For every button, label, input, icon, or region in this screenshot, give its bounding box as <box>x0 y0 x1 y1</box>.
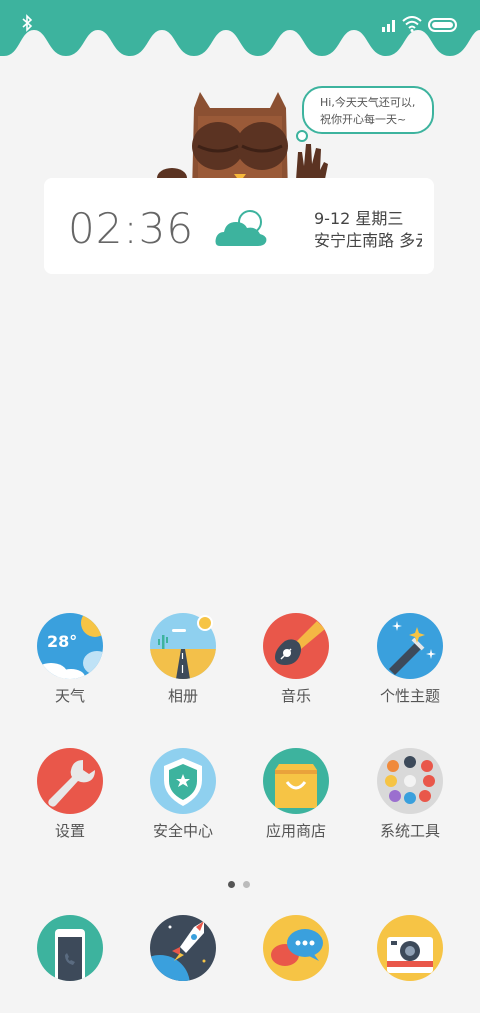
app-themes[interactable]: 个性主题 <box>360 613 460 706</box>
app-system-tools[interactable]: 系统工具 <box>360 748 460 841</box>
signal-icon <box>382 20 395 32</box>
clock-weather-widget[interactable]: 02:36 9-12 星期三 安宁庄南路 多云 <box>44 178 434 274</box>
settings-icon <box>37 748 103 814</box>
cloudy-weather-icon <box>215 210 267 246</box>
camera-icon <box>377 915 443 981</box>
app-system-tools-label: 系统工具 <box>379 822 440 840</box>
battery-icon <box>428 18 457 32</box>
owl-speech-bubble: Hi,今天天气还可以, 祝你开心每一天~ <box>302 86 434 134</box>
app-music[interactable]: 音乐 <box>246 613 346 706</box>
themes-icon <box>377 613 443 679</box>
bubble-line-2: 祝你开心每一天~ <box>320 113 407 126</box>
page-dot-active <box>228 881 235 888</box>
home-screen: Hi,今天天气还可以, 祝你开心每一天~ 02:36 9-12 星期三 安宁庄南… <box>0 0 480 1013</box>
page-dot <box>243 881 250 888</box>
app-gallery[interactable]: 相册 <box>133 613 233 706</box>
browser-icon <box>150 915 216 981</box>
dock-phone[interactable] <box>20 915 120 981</box>
wifi-icon <box>402 16 422 32</box>
security-icon <box>150 748 216 814</box>
app-settings-label: 设置 <box>54 822 85 840</box>
bluetooth-icon <box>22 14 33 32</box>
weather-icon: 28° <box>37 613 103 679</box>
date-weekday: 9-12 星期三 <box>314 209 404 228</box>
app-store[interactable]: 应用商店 <box>246 748 346 841</box>
app-security-label: 安全中心 <box>152 822 213 840</box>
dock-camera[interactable] <box>360 915 460 981</box>
page-indicator <box>228 873 258 892</box>
bubble-line-1: Hi,今天天气还可以, <box>320 96 416 109</box>
music-icon <box>263 613 329 679</box>
app-security[interactable]: 安全中心 <box>133 748 233 841</box>
messages-icon <box>263 915 329 981</box>
app-settings[interactable]: 设置 <box>20 748 120 841</box>
app-weather-label: 天气 <box>54 687 85 705</box>
app-themes-label: 个性主题 <box>379 687 440 705</box>
dock-browser[interactable] <box>133 915 233 981</box>
app-gallery-label: 相册 <box>167 687 198 705</box>
phone-icon <box>37 915 103 981</box>
system-tools-icon <box>377 748 443 814</box>
app-music-label: 音乐 <box>280 687 311 705</box>
gallery-sun-badge <box>197 615 213 631</box>
clock-time[interactable]: 02:36 <box>68 204 194 253</box>
app-store-icon <box>263 748 329 814</box>
app-weather[interactable]: 28° 天气 <box>20 613 120 706</box>
app-store-label: 应用商店 <box>265 822 326 840</box>
bubble-tail <box>296 130 308 142</box>
dock-messages[interactable] <box>246 915 346 981</box>
weather-temp: 28° <box>47 632 77 651</box>
location-weather: 安宁庄南路 多云 <box>314 231 422 250</box>
